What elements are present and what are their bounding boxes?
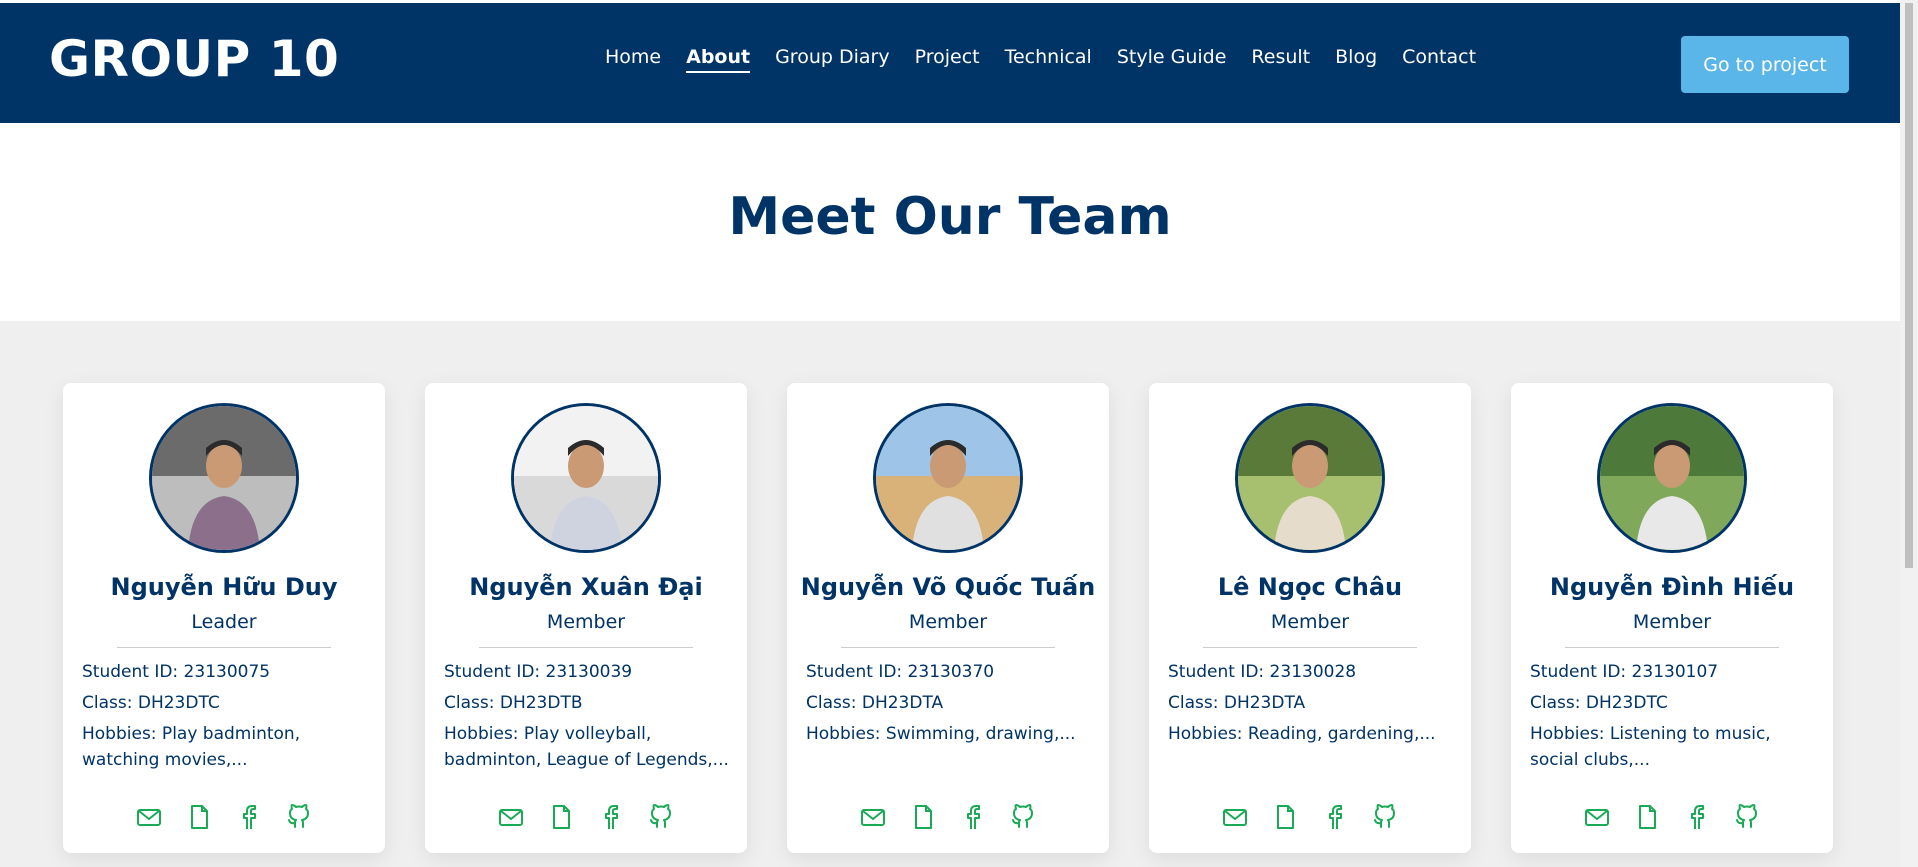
nav-link-home[interactable]: Home [605,43,661,71]
scrollbar-thumb[interactable] [1905,3,1913,568]
member-info: Student ID: 23130370 Class: DH23DTA Hobbie… [806,659,1091,752]
github-icon[interactable] [647,803,675,831]
avatar [1597,403,1747,553]
hero-section: Meet Our Team [0,123,1900,321]
social-links [63,803,385,831]
member-class: Class: DH23DTB [444,693,583,713]
member-name: Lê Ngọc Châu [1217,573,1403,601]
divider [841,647,1055,648]
member-name: Nguyễn Đình Hiếu [1549,573,1795,601]
social-links [425,803,747,831]
member-role: Member [1270,611,1350,633]
avatar [149,403,299,553]
github-icon[interactable] [285,803,313,831]
team-member-card: Lê Ngọc Châu Member Student ID: 23130028 Cl… [1149,383,1471,853]
nav-link-blog[interactable]: Blog [1335,43,1377,71]
nav-link-group-diary[interactable]: Group Diary [775,43,890,71]
member-role: Member [908,611,988,633]
member-info: Student ID: 23130075 Class: DH23DTC Hobbie… [82,659,367,778]
site-logo[interactable]: GROUP 10 [49,29,339,89]
team-cards: Nguyễn Hữu Duy Leader Student ID: 23130075… [63,383,1833,853]
github-icon[interactable] [1371,803,1399,831]
facebook-icon[interactable] [1321,803,1349,831]
member-info: Student ID: 23130107 Class: DH23DTC Hobbie… [1530,659,1815,778]
page-title: Meet Our Team [728,187,1172,247]
document-icon[interactable] [1271,803,1299,831]
facebook-icon[interactable] [235,803,263,831]
member-class: Class: DH23DTA [806,693,944,713]
site-header: GROUP 10 Home About Group Diary Project Tech… [0,3,1900,123]
member-name: Nguyễn Võ Quốc Tuấn [800,573,1096,601]
nav-link-project[interactable]: Project [915,43,980,71]
divider [479,647,693,648]
facebook-icon[interactable] [959,803,987,831]
member-class: Class: DH23DTC [82,693,220,713]
member-hobbies: Hobbies: Play volleyball, badminton, Lea… [444,724,729,770]
go-to-project-button[interactable]: Go to project [1681,36,1849,93]
member-role: Member [1632,611,1712,633]
mail-icon[interactable] [497,803,525,831]
mail-icon[interactable] [135,803,163,831]
team-member-card: Nguyễn Xuân Đại Member Student ID: 2313003… [425,383,747,853]
page-scrollbar[interactable] [1900,0,1918,867]
nav-link-technical[interactable]: Technical [1005,43,1092,71]
divider [1203,647,1417,648]
document-icon[interactable] [909,803,937,831]
member-hobbies: Hobbies: Reading, gardening,... [1168,724,1436,744]
student-id: Student ID: 23130107 [1530,662,1719,682]
member-class: Class: DH23DTC [1530,693,1668,713]
mail-icon[interactable] [1221,803,1249,831]
document-icon[interactable] [547,803,575,831]
student-id: Student ID: 23130370 [806,662,995,682]
document-icon[interactable] [1633,803,1661,831]
member-hobbies: Hobbies: Play badminton, watching movies… [82,724,301,770]
member-class: Class: DH23DTA [1168,693,1306,713]
mail-icon[interactable] [859,803,887,831]
social-links [1511,803,1833,831]
avatar [873,403,1023,553]
document-icon[interactable] [185,803,213,831]
avatar [1235,403,1385,553]
member-name: Nguyễn Xuân Đại [469,573,703,601]
student-id: Student ID: 23130028 [1168,662,1357,682]
student-id: Student ID: 23130039 [444,662,633,682]
team-member-card: Nguyễn Đình Hiếu Member Student ID: 231301… [1511,383,1833,853]
nav-link-contact[interactable]: Contact [1402,43,1476,71]
facebook-icon[interactable] [597,803,625,831]
nav-link-result[interactable]: Result [1251,43,1310,71]
divider [1565,647,1779,648]
facebook-icon[interactable] [1683,803,1711,831]
member-info: Student ID: 23130028 Class: DH23DTA Hobbie… [1168,659,1453,752]
main-nav: Home About Group Diary Project Technical Styl… [605,43,1501,73]
mail-icon[interactable] [1583,803,1611,831]
github-icon[interactable] [1733,803,1761,831]
member-info: Student ID: 23130039 Class: DH23DTB Hobbie… [444,659,729,778]
member-hobbies: Hobbies: Listening to music, social club… [1530,724,1771,770]
avatar [511,403,661,553]
nav-link-about[interactable]: About [686,43,750,73]
member-role: Leader [191,611,257,633]
social-links [787,803,1109,831]
member-name: Nguyễn Hữu Duy [110,573,338,601]
social-links [1149,803,1471,831]
divider [117,647,331,648]
student-id: Student ID: 23130075 [82,662,271,682]
github-icon[interactable] [1009,803,1037,831]
team-member-card: Nguyễn Võ Quốc Tuấn Member Student ID: 231… [787,383,1109,853]
team-section: Nguyễn Hữu Duy Leader Student ID: 23130075… [0,321,1900,867]
member-hobbies: Hobbies: Swimming, drawing,... [806,724,1076,744]
member-role: Member [546,611,626,633]
nav-link-style-guide[interactable]: Style Guide [1117,43,1227,71]
team-member-card: Nguyễn Hữu Duy Leader Student ID: 23130075… [63,383,385,853]
